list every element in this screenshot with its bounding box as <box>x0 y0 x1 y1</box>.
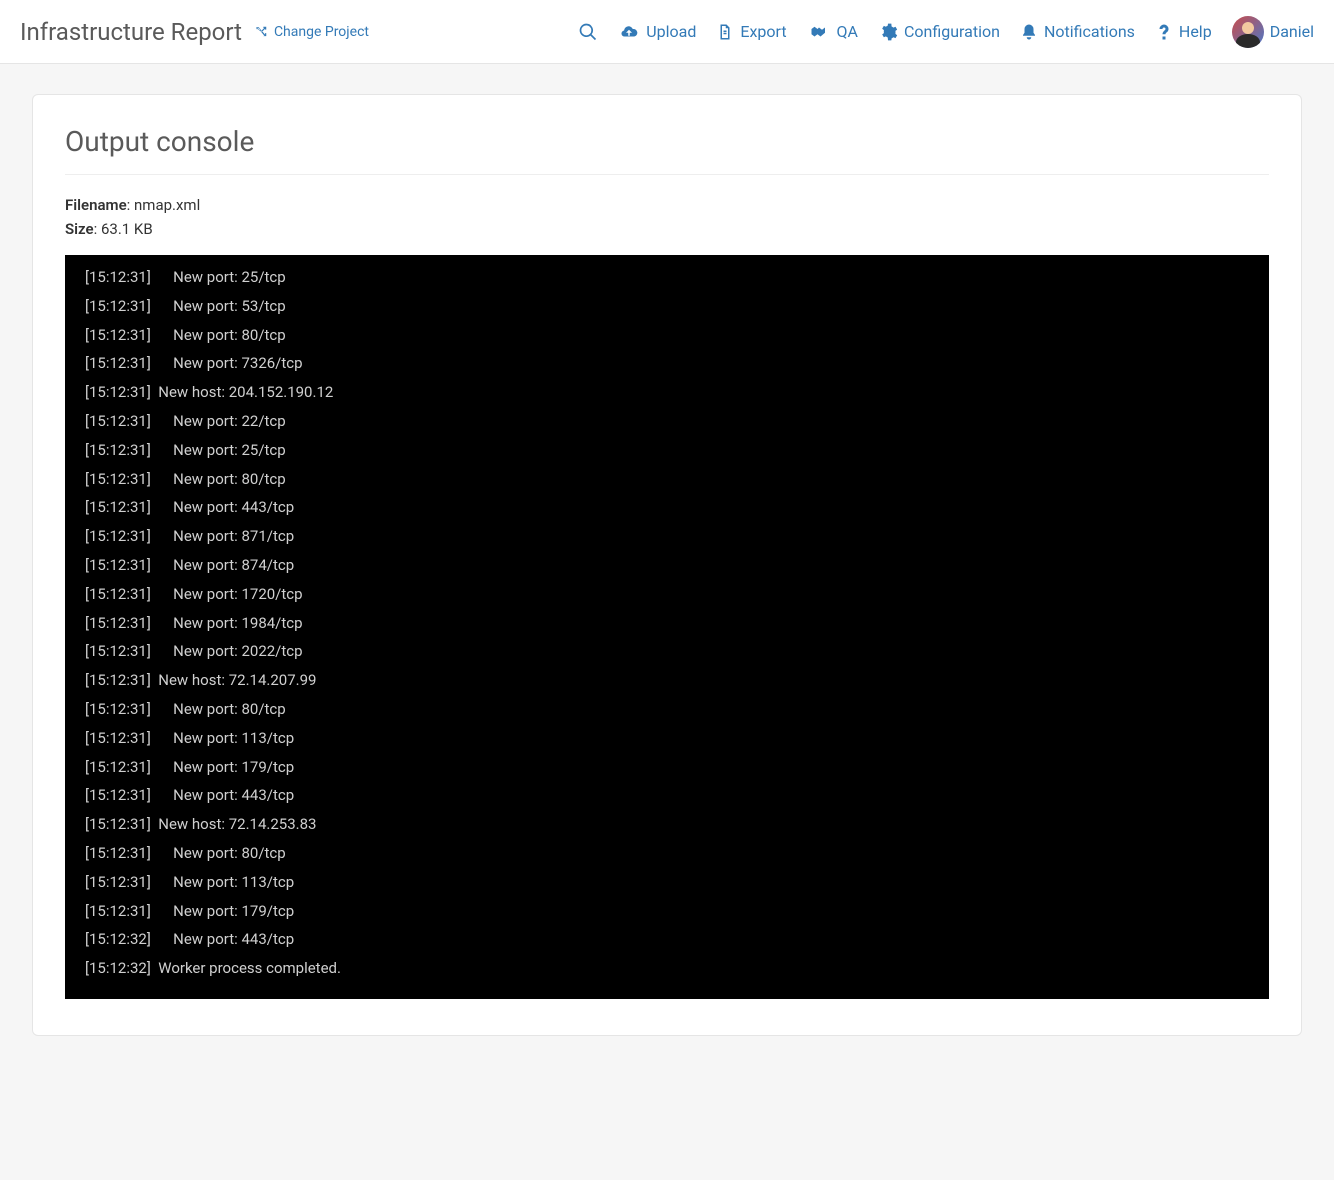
console-line: [15:12:31] New port: 874/tcp <box>85 551 1249 580</box>
console-line: [15:12:31] New port: 2022/tcp <box>85 637 1249 666</box>
console-line: [15:12:31] New port: 113/tcp <box>85 724 1249 753</box>
console-line: [15:12:31] New port: 22/tcp <box>85 407 1249 436</box>
filename-value: nmap.xml <box>134 196 200 214</box>
console-line: [15:12:31] New port: 25/tcp <box>85 263 1249 292</box>
rule <box>65 174 1269 175</box>
change-project-label: Change Project <box>274 24 369 40</box>
console-line: [15:12:32] Worker process completed. <box>85 954 1249 983</box>
search-icon <box>578 22 598 42</box>
console-line: [15:12:31] New host: 72.14.253.83 <box>85 810 1249 839</box>
bell-icon <box>1020 22 1038 42</box>
cloud-upload-icon <box>618 23 640 41</box>
console-line: [15:12:31] New host: 204.152.190.12 <box>85 378 1249 407</box>
size-value: 63.1 KB <box>101 220 153 238</box>
filename-label: Filename <box>65 196 127 214</box>
console-line: [15:12:31] New port: 443/tcp <box>85 493 1249 522</box>
size-label: Size <box>65 220 94 238</box>
qa-button[interactable]: QA <box>807 22 858 41</box>
avatar[interactable] <box>1232 16 1264 48</box>
configuration-label: Configuration <box>904 22 1000 41</box>
console-line: [15:12:31] New port: 179/tcp <box>85 897 1249 926</box>
change-project-link[interactable]: Change Project <box>254 24 369 40</box>
console-line: [15:12:31] New port: 443/tcp <box>85 781 1249 810</box>
console-line: [15:12:31] New host: 72.14.207.99 <box>85 666 1249 695</box>
help-label: Help <box>1179 22 1212 41</box>
console-line: [15:12:31] New port: 113/tcp <box>85 868 1249 897</box>
console-line: [15:12:31] New port: 179/tcp <box>85 753 1249 782</box>
console-line: [15:12:31] New port: 1720/tcp <box>85 580 1249 609</box>
help-button[interactable]: Help <box>1155 22 1212 42</box>
console-line: [15:12:31] New port: 1984/tcp <box>85 609 1249 638</box>
console-line: [15:12:31] New port: 7326/tcp <box>85 349 1249 378</box>
configuration-button[interactable]: Configuration <box>878 22 1000 42</box>
console-line: [15:12:31] New port: 80/tcp <box>85 839 1249 868</box>
gear-icon <box>878 22 898 42</box>
export-button[interactable]: Export <box>716 22 786 42</box>
handshake-icon <box>807 23 831 41</box>
topbar: Infrastructure Report Change Project Upl… <box>0 0 1334 64</box>
notifications-label: Notifications <box>1044 22 1135 41</box>
question-icon <box>1155 22 1173 42</box>
console-line: [15:12:31] New port: 80/tcp <box>85 465 1249 494</box>
console-line: [15:12:31] New port: 25/tcp <box>85 436 1249 465</box>
search-button[interactable] <box>578 22 598 42</box>
output-panel: Output console Filename: nmap.xml Size: … <box>32 94 1302 1036</box>
page-title: Output console <box>65 125 1269 174</box>
console-output[interactable]: [15:12:31] New port: 25/tcp[15:12:31] Ne… <box>65 255 1269 999</box>
shuffle-icon <box>254 25 268 39</box>
qa-label: QA <box>837 22 858 41</box>
console-line: [15:12:32] New port: 443/tcp <box>85 925 1249 954</box>
app-title: Infrastructure Report <box>20 18 242 46</box>
console-line: [15:12:31] New port: 80/tcp <box>85 321 1249 350</box>
console-line: [15:12:31] New port: 871/tcp <box>85 522 1249 551</box>
console-line: [15:12:31] New port: 53/tcp <box>85 292 1249 321</box>
file-meta: Filename: nmap.xml Size: 63.1 KB <box>65 193 1269 241</box>
export-label: Export <box>740 22 786 41</box>
user-menu[interactable]: Daniel <box>1270 22 1314 41</box>
upload-label: Upload <box>646 22 696 41</box>
upload-button[interactable]: Upload <box>618 22 696 41</box>
console-line: [15:12:31] New port: 80/tcp <box>85 695 1249 724</box>
file-icon <box>716 22 734 42</box>
notifications-button[interactable]: Notifications <box>1020 22 1135 42</box>
